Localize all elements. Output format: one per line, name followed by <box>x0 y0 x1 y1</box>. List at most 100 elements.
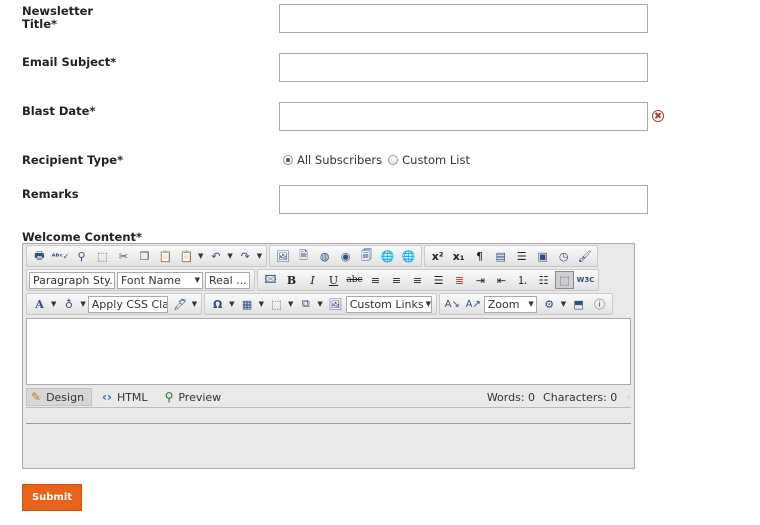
remove-alignment-icon[interactable]: ≣ <box>450 271 469 289</box>
about-dialog-icon[interactable]: ⓘ <box>590 295 609 313</box>
chevron-down-icon[interactable]: ▼ <box>561 300 566 308</box>
preview-mode-tab[interactable]: ⚲ Preview <box>161 388 229 406</box>
document-manager-icon[interactable]: 🗎 <box>294 247 313 265</box>
chevron-down-icon[interactable]: ▼ <box>257 252 262 260</box>
blast-date-input[interactable] <box>279 102 648 131</box>
blast-date-label: Blast Date* <box>22 104 96 118</box>
strikethrough-icon[interactable]: abc <box>345 271 364 289</box>
form-element-icon[interactable]: ⧉ <box>296 295 315 313</box>
all-subscribers-radio[interactable] <box>283 155 293 165</box>
remove-link-icon[interactable]: 🌐 <box>399 247 418 265</box>
submit-button[interactable]: Submit <box>22 484 82 511</box>
media-manager-icon[interactable]: ◉ <box>336 247 355 265</box>
custom-list-radio[interactable] <box>388 155 399 165</box>
symbol-icon[interactable]: Ω <box>208 295 227 313</box>
rich-text-editor: 🖶 ᴬᴮᶜ✓ ⚲ ⬚ ✂ ❐ 📋 📋 ▼ ↶ ▼ ↷ ▼ 🖼 🗎 ◍ ◉ 🗐 🌐 🌐 … <box>22 243 635 469</box>
chevron-down-icon: ▼ <box>528 300 534 308</box>
horizontal-rule-icon[interactable]: ☰ <box>512 247 531 265</box>
bold-icon[interactable]: B <box>282 271 301 289</box>
fore-color-icon[interactable]: A <box>30 295 49 313</box>
spellcheck-icon[interactable]: ᴬᴮᶜ✓ <box>51 247 70 265</box>
toolbar-row-2: Paragraph Sty..▼ Font Name▼ Real ...▼ 🖾 … <box>26 269 601 291</box>
editor-stats: Words: 0 Characters: 0 ⁘ <box>479 391 632 404</box>
insert-snippet-icon[interactable]: ⬚ <box>267 295 286 313</box>
font-size-value: Real ... <box>209 273 247 287</box>
indent-icon[interactable]: ⇥ <box>471 271 490 289</box>
custom-list-label[interactable]: Custom List <box>402 153 470 167</box>
toolbar-row-3: A▼ ♁▼ Apply CSS Cla..▼ 🖊▼ Ω▼ ▦▼ ⬚▼ ⧉▼ 🖼 … <box>26 293 615 315</box>
chevron-down-icon[interactable]: ▼ <box>317 300 322 308</box>
align-right-icon[interactable]: ≡ <box>408 271 427 289</box>
chevron-down-icon[interactable]: ▼ <box>229 300 234 308</box>
numbered-list-icon[interactable]: ⒈ <box>513 271 532 289</box>
bulleted-list-icon[interactable]: ☷ <box>534 271 553 289</box>
chevron-down-icon[interactable]: ▼ <box>192 300 197 308</box>
template-manager-icon[interactable]: 🗐 <box>357 247 376 265</box>
paragraph-icon[interactable]: ¶ <box>470 247 489 265</box>
chevron-down-icon[interactable]: ▼ <box>259 300 264 308</box>
image-map-icon[interactable]: 🖾 <box>261 271 280 289</box>
clean-format-icon[interactable]: 🖌 <box>575 247 594 265</box>
design-mode-tab[interactable]: ✎ Design <box>26 388 93 406</box>
chevron-down-icon[interactable]: ▼ <box>80 300 85 308</box>
outdent-icon[interactable]: ⇤ <box>492 271 511 289</box>
insert-date-icon[interactable]: ◷ <box>554 247 573 265</box>
module-manager-icon[interactable]: ⚙ <box>540 295 559 313</box>
custom-links-select[interactable]: Custom Links ▼ <box>345 295 432 313</box>
superscript-icon[interactable]: x² <box>428 247 447 265</box>
html-mode-tab[interactable]: ‹› HTML <box>98 388 155 406</box>
chevron-down-icon: ▼ <box>425 300 432 308</box>
image-properties-icon[interactable]: 🖼 <box>326 295 345 313</box>
chevron-down-icon[interactable]: ▼ <box>198 252 203 260</box>
toggle-borders-icon[interactable]: ⬚ <box>555 271 574 289</box>
font-size-select[interactable]: Real ...▼ <box>205 271 250 289</box>
resize-grip-icon[interactable]: ⁘ <box>625 393 632 402</box>
css-class-select[interactable]: Apply CSS Cla..▼ <box>87 295 168 313</box>
cut-icon[interactable]: ✂ <box>114 247 133 265</box>
paste-options-icon[interactable]: 📋 <box>177 247 196 265</box>
format-stripper-icon[interactable]: ▣ <box>533 247 552 265</box>
align-left-icon[interactable]: ≡ <box>366 271 385 289</box>
chevron-down-icon[interactable]: ▼ <box>227 252 232 260</box>
paragraph-style-select[interactable]: Paragraph Sty..▼ <box>29 271 115 289</box>
flash-manager-icon[interactable]: ◍ <box>315 247 334 265</box>
select-all-icon[interactable]: ⬚ <box>93 247 112 265</box>
editor-content-area[interactable] <box>26 318 631 385</box>
italic-icon[interactable]: I <box>303 271 322 289</box>
print-icon[interactable]: 🖶 <box>30 247 49 265</box>
toolbar-group-text: 🖾 B I U abc ≡ ≡ ≡ ☰ ≣ ⇥ ⇤ ⒈ ☷ ⬚ W3C <box>257 269 599 291</box>
paste-icon[interactable]: 📋 <box>156 247 175 265</box>
copy-icon[interactable]: ❐ <box>135 247 154 265</box>
font-name-select[interactable]: Font Name ▼ <box>117 271 203 289</box>
chevron-down-icon: ▼ <box>249 276 250 284</box>
toggle-screen-mode-icon[interactable]: ⬒ <box>569 295 588 313</box>
align-center-icon[interactable]: ≡ <box>387 271 406 289</box>
back-color-icon[interactable]: ♁ <box>59 295 78 313</box>
toolbar-group-insert: 🖼 🗎 ◍ ◉ 🗐 🌐 🌐 <box>269 245 423 267</box>
all-subscribers-label[interactable]: All Subscribers <box>297 153 382 167</box>
font-name-value: Font Name <box>121 273 181 287</box>
remarks-input[interactable] <box>279 185 648 214</box>
format-painter-icon[interactable]: 🖊 <box>171 295 190 313</box>
underline-icon[interactable]: U <box>324 271 343 289</box>
chevron-down-icon[interactable]: ▼ <box>51 300 56 308</box>
insert-table-icon[interactable]: ▦ <box>238 295 257 313</box>
toolbar-group-fonts: Paragraph Sty..▼ Font Name▼ Real ...▼ <box>26 269 255 291</box>
xhtml-validator-icon[interactable]: W3C <box>576 271 595 289</box>
subscript-icon[interactable]: x₁ <box>449 247 468 265</box>
find-replace-icon[interactable]: ⚲ <box>72 247 91 265</box>
justify-icon[interactable]: ☰ <box>429 271 448 289</box>
chevron-down-icon[interactable]: ▼ <box>288 300 293 308</box>
clear-date-icon[interactable] <box>652 110 664 122</box>
paste-plain-icon[interactable]: ▤ <box>491 247 510 265</box>
image-manager-icon[interactable]: 🖼 <box>273 247 292 265</box>
newsletter-title-input[interactable] <box>279 4 648 33</box>
hyperlink-icon[interactable]: 🌐 <box>378 247 397 265</box>
redo-icon[interactable]: ↷ <box>236 247 255 265</box>
toolbar-group-format: x² x₁ ¶ ▤ ☰ ▣ ◷ 🖌 <box>424 245 599 267</box>
zoom-select[interactable]: Zoom ▼ <box>483 295 537 313</box>
convert-lower-icon[interactable]: A↘ <box>443 295 462 313</box>
undo-icon[interactable]: ↶ <box>206 247 225 265</box>
convert-upper-icon[interactable]: A↗ <box>464 295 483 313</box>
email-subject-input[interactable] <box>279 53 648 82</box>
